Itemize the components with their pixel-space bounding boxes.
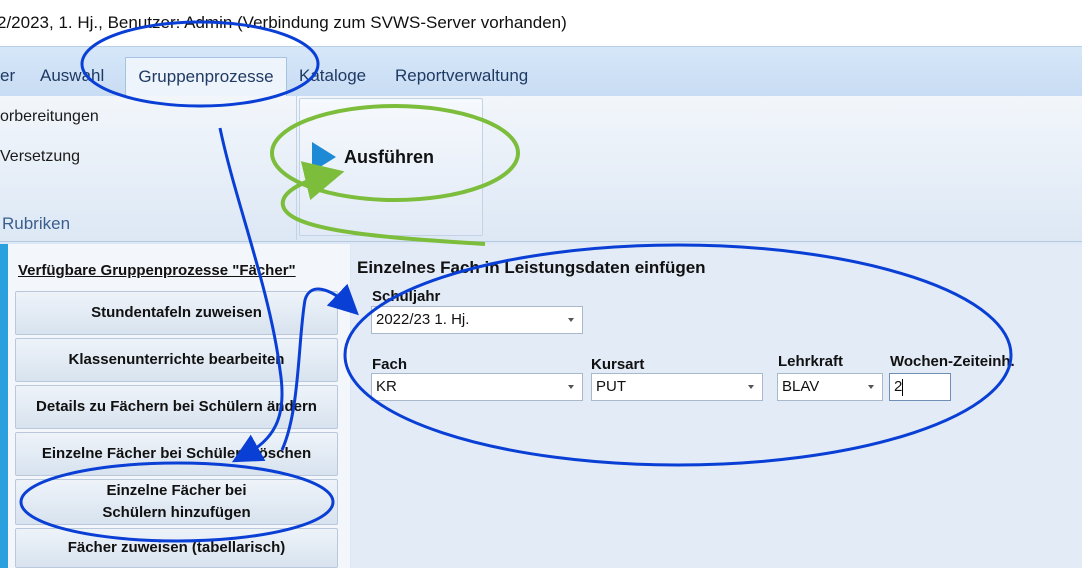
ribbon-group-rubriken: orbereitungen Versetzung Rubriken bbox=[0, 96, 297, 240]
kursart-value: PUT bbox=[596, 378, 626, 395]
run-button[interactable]: Ausführen bbox=[312, 137, 434, 177]
ribbon-group-run: Ausführen bbox=[299, 98, 483, 236]
process-button-stundentafeln[interactable]: Stundentafeln zuweisen bbox=[15, 291, 338, 335]
fach-value: KR bbox=[376, 378, 397, 395]
chevron-down-icon bbox=[568, 385, 574, 389]
play-icon bbox=[312, 142, 336, 172]
process-button-faecher-hinzufuegen[interactable]: Einzelne Fächer bei Schülern hinzufügen bbox=[15, 479, 338, 525]
menu-item-partial[interactable]: er bbox=[0, 57, 21, 97]
menu-item-kataloge[interactable]: Kataloge bbox=[293, 57, 372, 97]
form-panel bbox=[351, 244, 1082, 568]
schuljahr-select[interactable]: 2022/23 1. Hj. bbox=[371, 306, 583, 334]
process-button-faecher-loeschen[interactable]: Einzelne Fächer bei Schülern löschen bbox=[15, 432, 338, 476]
fach-select[interactable]: KR bbox=[371, 373, 583, 401]
schuljahr-value: 2022/23 1. Hj. bbox=[376, 311, 470, 328]
chevron-down-icon bbox=[568, 318, 574, 322]
menu-item-gruppenprozesse[interactable]: Gruppenprozesse bbox=[125, 57, 287, 97]
lehrkraft-select[interactable]: BLAV bbox=[777, 373, 883, 401]
process-list-title: Verfügbare Gruppenprozesse "Fächer" bbox=[18, 262, 296, 279]
process-button-klassenunterrichte[interactable]: Klassenunterrichte bearbeiten bbox=[15, 338, 338, 382]
panel-accent-stripe bbox=[0, 244, 8, 568]
ribbon-item-versetzung[interactable]: Versetzung bbox=[0, 148, 80, 166]
kursart-select[interactable]: PUT bbox=[591, 373, 763, 401]
chevron-down-icon bbox=[868, 385, 874, 389]
lehrkraft-label: Lehrkraft bbox=[778, 353, 844, 370]
lehrkraft-value: BLAV bbox=[782, 378, 820, 395]
run-button-label: Ausführen bbox=[344, 146, 434, 167]
wochenstunden-label: Wochen-Zeiteinh. bbox=[890, 353, 1015, 370]
form-title: Einzelnes Fach in Leistungsdaten einfüge… bbox=[357, 258, 706, 277]
kursart-label: Kursart bbox=[591, 356, 645, 373]
menu-bar: er Auswahl Gruppenprozesse Kataloge Repo… bbox=[0, 46, 1082, 97]
fach-label: Fach bbox=[372, 356, 408, 373]
menu-item-reportverwaltung[interactable]: Reportverwaltung bbox=[389, 57, 534, 97]
schuljahr-label: Schuljahr bbox=[372, 288, 441, 305]
wochenstunden-value: 2 bbox=[894, 378, 903, 395]
process-button-faecher-zuweisen[interactable]: Fächer zuweisen (tabellarisch) bbox=[15, 528, 338, 568]
chevron-down-icon bbox=[748, 385, 754, 389]
text-caret bbox=[902, 378, 904, 396]
process-button-details-aendern[interactable]: Details zu Fächern bei Schülern ändern bbox=[15, 385, 338, 429]
window-title: 2/2023, 1. Hj., Benutzer: Admin (Verbind… bbox=[0, 0, 1082, 46]
menu-item-auswahl[interactable]: Auswahl bbox=[34, 57, 110, 97]
wochenstunden-input[interactable]: 2 bbox=[889, 373, 951, 401]
ribbon: orbereitungen Versetzung Rubriken Ausfüh… bbox=[0, 96, 1082, 242]
window-title-text: 2/2023, 1. Hj., Benutzer: Admin (Verbind… bbox=[0, 13, 567, 32]
ribbon-group-label: Rubriken bbox=[2, 214, 71, 233]
ribbon-item-vorbereitungen[interactable]: orbereitungen bbox=[0, 108, 99, 126]
